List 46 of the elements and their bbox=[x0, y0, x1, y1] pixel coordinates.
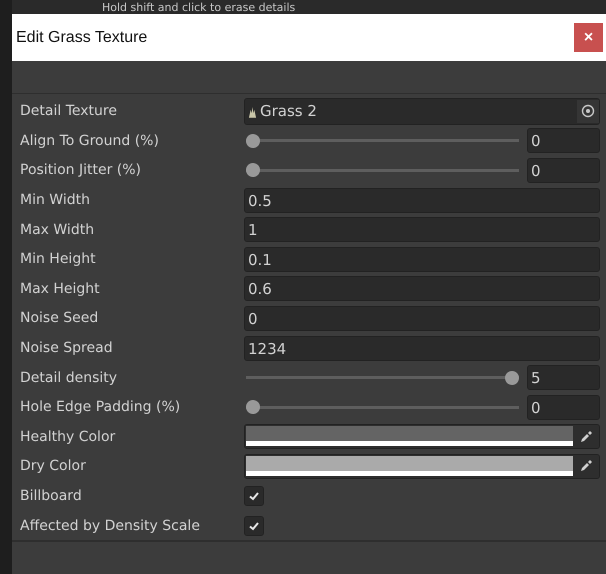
slider-handle[interactable] bbox=[505, 370, 519, 385]
number-field[interactable]: 0 bbox=[527, 394, 600, 420]
window-title: Edit Grass Texture bbox=[16, 28, 148, 47]
field-label: Noise Seed bbox=[20, 310, 100, 326]
number-field[interactable]: 0 bbox=[527, 128, 600, 154]
number-field[interactable]: 0.6 bbox=[244, 276, 600, 302]
field-label: Hole Edge Padding (%) bbox=[20, 399, 182, 416]
number-field[interactable]: 0.5 bbox=[244, 188, 600, 213]
slider-handle[interactable] bbox=[246, 163, 260, 178]
field-label: Align To Ground (%) bbox=[20, 132, 160, 149]
checkbox[interactable] bbox=[244, 516, 264, 536]
target-icon bbox=[581, 104, 595, 118]
hint-text: Hold shift and click to erase details bbox=[102, 1, 296, 14]
eyedropper-icon bbox=[579, 430, 593, 444]
number-field[interactable]: 0 bbox=[244, 306, 600, 331]
field-label: Detail Texture bbox=[20, 103, 118, 120]
checkmark-icon bbox=[248, 520, 260, 532]
field-label: Billboard bbox=[20, 488, 83, 504]
field-label: Healthy Color bbox=[20, 428, 116, 445]
slider-handle[interactable] bbox=[246, 400, 260, 414]
color-swatch[interactable] bbox=[246, 426, 573, 446]
checkbox[interactable] bbox=[244, 486, 264, 506]
object-value: Grass 2 bbox=[260, 102, 318, 120]
field-label: Max Height bbox=[20, 280, 101, 297]
field-label: Noise Spread bbox=[20, 340, 114, 356]
number-field[interactable]: 5 bbox=[527, 365, 600, 390]
field-label: Affected by Density Scale bbox=[20, 518, 201, 534]
eyedropper-icon bbox=[579, 459, 593, 474]
number-field[interactable]: 0.1 bbox=[244, 246, 600, 272]
object-field[interactable]: Grass 2 bbox=[244, 98, 600, 125]
field-label: Max Width bbox=[20, 222, 96, 238]
slider-handle[interactable] bbox=[246, 134, 260, 148]
number-field[interactable]: 0 bbox=[527, 158, 600, 183]
number-field[interactable]: 1234 bbox=[244, 336, 600, 360]
number-field[interactable]: 1 bbox=[244, 217, 600, 242]
object-picker-button[interactable] bbox=[577, 100, 599, 123]
color-field[interactable] bbox=[244, 424, 600, 450]
field-label: Min Width bbox=[20, 192, 91, 208]
field-label: Position Jitter (%) bbox=[20, 162, 142, 178]
field-label: Min Height bbox=[20, 251, 97, 268]
color-field[interactable] bbox=[244, 454, 600, 479]
checkmark-icon bbox=[248, 490, 260, 502]
close-button[interactable]: × bbox=[574, 23, 603, 52]
field-label: Dry Color bbox=[20, 458, 87, 474]
field-label: Detail density bbox=[20, 370, 118, 386]
color-swatch[interactable] bbox=[246, 456, 573, 476]
